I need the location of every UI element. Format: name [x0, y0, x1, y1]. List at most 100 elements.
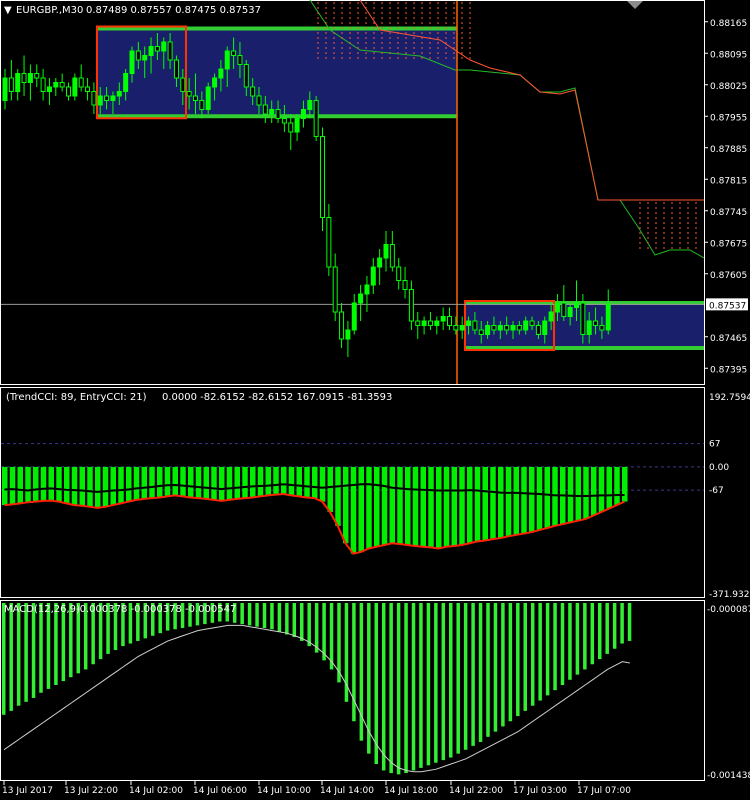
macd-bar — [575, 603, 580, 675]
cci-bar — [575, 466, 581, 521]
cci-bar — [350, 466, 357, 554]
price-tick-label: 0.87675 — [710, 239, 747, 249]
macd-bar — [46, 603, 51, 689]
candle-body — [466, 320, 472, 326]
cci-bar — [513, 466, 519, 535]
cci-bar — [126, 466, 132, 502]
candle-body — [453, 325, 459, 331]
macd-bar — [530, 603, 535, 706]
price-tick-label: 0.87955 — [710, 113, 747, 123]
candle-body — [351, 302, 357, 331]
time-tick-label: 17 Jul 03:00 — [513, 786, 567, 796]
macd-bar — [501, 603, 505, 727]
candle-body — [567, 307, 573, 317]
candle-body — [91, 91, 97, 106]
candle-body — [345, 329, 351, 340]
cci-bar — [87, 466, 93, 507]
macd-bar — [404, 603, 408, 774]
candle-body — [78, 77, 84, 88]
candle-body — [434, 320, 440, 326]
candle-body — [478, 329, 484, 335]
time-tick-label: 14 Jul 18:00 — [384, 786, 438, 796]
candle-body — [224, 50, 230, 70]
candle-body — [180, 77, 186, 92]
candle-body — [472, 320, 478, 331]
macd-bar — [560, 603, 565, 685]
candle-body — [97, 95, 103, 106]
candle-body — [218, 68, 224, 79]
macd-bar — [359, 603, 364, 741]
cci-bar — [443, 466, 450, 547]
chart-root: 0.88165 0.88095 0.88025 0.87955 0.87885 0.878… — [0, 0, 750, 796]
macd-bar — [568, 603, 572, 680]
macd-bar — [553, 603, 557, 691]
cci-bar — [79, 466, 85, 506]
macd-bar — [583, 603, 587, 670]
macd-bar — [277, 603, 282, 632]
cci-bar — [172, 466, 178, 496]
macd-indicator-values: -0.000378 -0.000378 -0.000547 — [76, 604, 236, 615]
candle-body — [27, 73, 33, 83]
cci-bar — [25, 466, 31, 503]
macd-bar — [262, 603, 267, 628]
price-tick-label: 0.87815 — [710, 176, 747, 186]
candle-body — [516, 325, 522, 331]
cci-indicator-label: (TrendCCI: 89, EntryCCI: 21) — [6, 392, 147, 403]
cci-bar — [343, 466, 349, 544]
candle-body — [529, 320, 535, 326]
time-tick-label: 13 Jul 2017 — [2, 786, 53, 796]
cci-bar — [490, 466, 496, 540]
macd-bar — [612, 603, 617, 649]
macd-bar — [240, 603, 244, 625]
candle-body — [320, 136, 325, 218]
macd-bar — [300, 603, 304, 641]
cci-bar — [211, 466, 217, 500]
candle-body — [402, 280, 408, 290]
candle-body — [605, 303, 611, 331]
cci-bar — [397, 466, 403, 544]
price-tick-label: 0.87395 — [710, 365, 747, 375]
macd-bar — [419, 603, 423, 768]
macd-bar — [31, 603, 36, 698]
cci-indicator-values: 0.0000 -82.6152 -82.6152 167.0915 -81.35… — [162, 392, 392, 403]
cloud-arrow-icon — [627, 1, 643, 9]
candle-body — [40, 77, 46, 92]
candle-body — [243, 64, 249, 88]
price-tick-label: 0.87465 — [710, 334, 747, 344]
candle-body — [212, 77, 218, 88]
candle-body — [535, 325, 541, 335]
cci-bar — [591, 466, 597, 516]
cci-bar — [312, 466, 318, 499]
cci-tick-label: 192.7594 — [709, 393, 750, 403]
candle-body — [383, 244, 389, 259]
macd-bar — [314, 603, 319, 653]
time-tick-label: 14 Jul 02:00 — [129, 786, 183, 796]
macd-bar — [590, 603, 595, 665]
candle-body — [262, 104, 268, 115]
cci-bar — [521, 466, 527, 534]
cci-bar — [544, 466, 550, 528]
cci-bar — [288, 466, 295, 496]
cci-bar — [296, 466, 302, 497]
cci-bar — [17, 466, 23, 504]
macd-bar — [247, 603, 252, 626]
cci-bar — [265, 466, 271, 496]
macd-bar — [54, 603, 58, 685]
macd-bar — [463, 603, 468, 750]
time-tick-label: 17 Jul 07:00 — [577, 786, 631, 796]
macd-bar — [493, 603, 498, 732]
candle-body — [2, 77, 8, 101]
candle-body — [364, 284, 370, 295]
cci-bar — [195, 466, 202, 499]
macd-bar — [322, 603, 326, 661]
price-tick-label: 0.87745 — [710, 208, 747, 218]
collapse-arrow-icon[interactable]: ▼ — [4, 5, 12, 16]
cci-bar — [420, 466, 426, 547]
cci-bar — [412, 466, 419, 547]
candle-body — [313, 100, 319, 137]
candle-body — [21, 73, 27, 83]
cci-bar — [188, 466, 194, 498]
macd-signal-line — [3, 624, 630, 773]
candle-body — [66, 86, 71, 97]
macd-bar — [292, 603, 297, 638]
